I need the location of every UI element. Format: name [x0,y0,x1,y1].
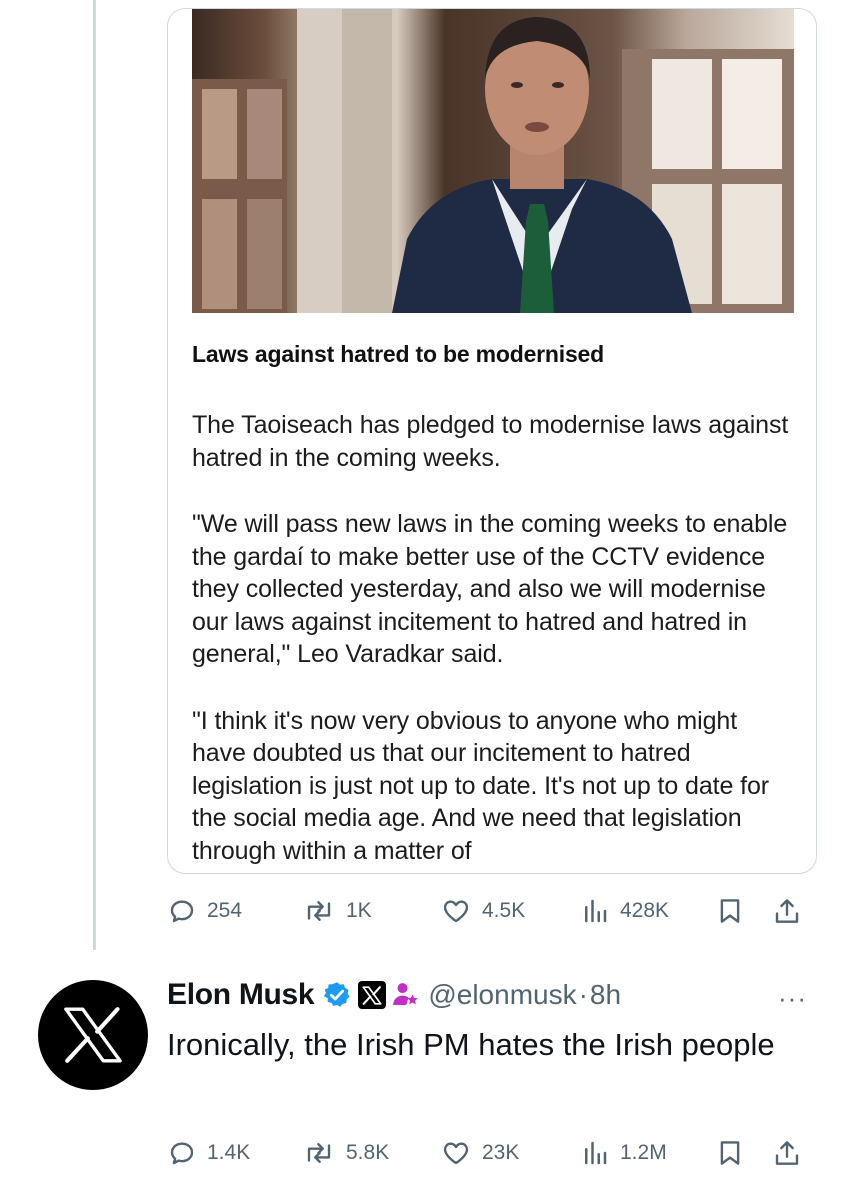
x-logo-icon [64,1007,122,1063]
share-icon [775,899,799,923]
views-chart-icon [585,899,607,923]
like-count: 4.5K [482,899,526,922]
repost-count: 5.8K [346,1141,390,1164]
repost-icon [307,901,331,921]
article-paragraph: The Taoiseach has pledged to modernise l… [192,411,789,472]
repost-button[interactable]: 1K [302,891,372,931]
views-count: 428K [620,899,670,922]
tweet-action-bar: 1.4K 5.8K 23K 1.2M [167,1133,817,1173]
avatar[interactable] [38,980,148,1090]
article-photo [192,9,794,313]
article-paragraph: "I think it's now very obvious to anyone… [192,706,770,865]
display-name[interactable]: Elon Musk [167,978,315,1012]
separator-dot: · [578,979,588,1010]
reply-icon [170,900,194,923]
repost-button[interactable]: 5.8K [302,1133,389,1173]
like-button[interactable]: 23K [440,1133,519,1173]
views-count: 1.2M [620,1141,667,1164]
bookmark-button[interactable] [715,1133,745,1173]
reply-count: 1.4K [207,1141,251,1164]
verified-badge-icon [324,982,350,1007]
article-card[interactable]: Laws against hatred to be modernised The… [167,8,817,874]
reply-button[interactable]: 1.4K [167,1133,250,1173]
timestamp[interactable]: 8h [590,979,621,1011]
x-logo-icon [358,981,387,1009]
more-options-button[interactable]: ··· [778,983,807,1014]
affiliate-person-icon [393,983,419,1005]
bookmark-icon [720,899,740,923]
bookmark-icon [720,1141,740,1165]
views-button[interactable]: 1.2M [580,1133,667,1173]
heart-icon [443,1142,469,1165]
reply-icon [170,1142,194,1165]
repost-count: 1K [346,899,372,922]
tweet-text: Ironically, the Irish PM hates the Irish… [167,1027,775,1062]
views-button[interactable]: 428K [580,891,669,931]
like-button[interactable]: 4.5K [440,891,525,931]
share-button[interactable] [772,891,802,931]
views-chart-icon [585,1141,607,1165]
repost-icon [307,1143,331,1163]
bookmark-button[interactable] [715,891,745,931]
thread-connector-line [93,0,96,950]
heart-icon [443,900,469,923]
share-icon [775,1141,799,1165]
tweet-header: Elon Musk @elonmusk · 8h [167,973,621,1017]
user-handle[interactable]: @elonmusk [428,979,576,1011]
like-count: 23K [482,1141,520,1164]
share-button[interactable] [772,1133,802,1173]
tweet-action-bar: 254 1K 4.5K 428K [167,891,817,931]
article-paragraph: "We will pass new laws in the coming wee… [192,510,788,668]
article-headline: Laws against hatred to be modernised [192,341,604,367]
reply-button[interactable]: 254 [167,891,242,931]
reply-count: 254 [207,899,243,922]
